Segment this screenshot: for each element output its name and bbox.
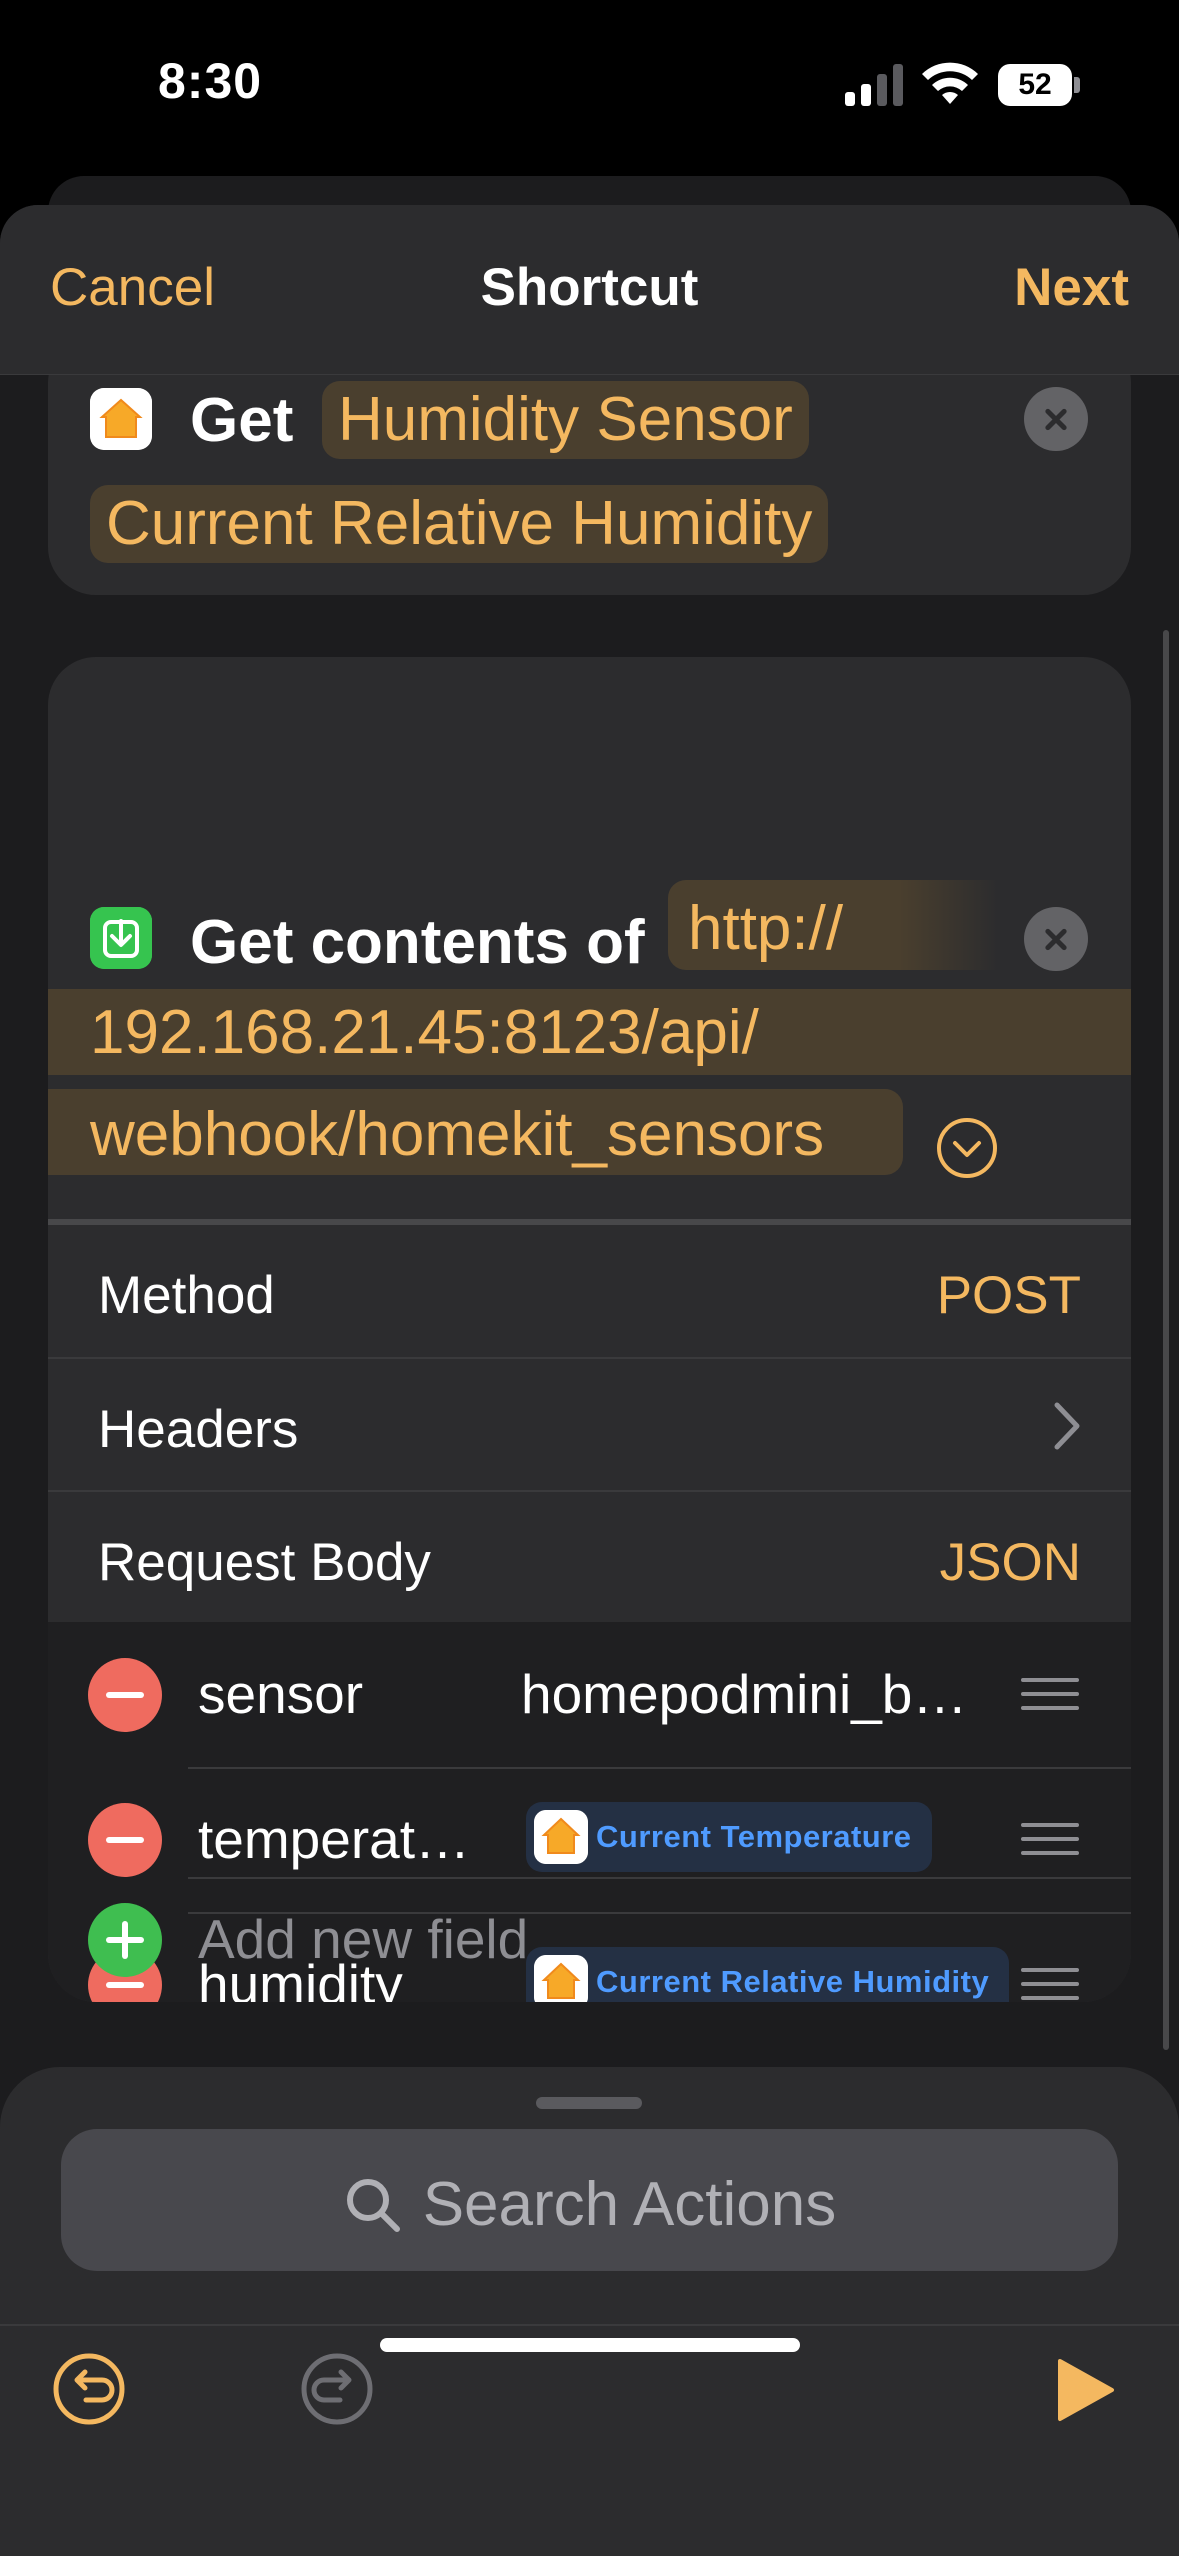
url-token-part-2[interactable]: 192.168.21.45:8123/api/ — [90, 997, 759, 1068]
next-button[interactable]: Next — [1014, 257, 1129, 318]
variable-token-label: Current Temperature — [596, 1819, 912, 1854]
cancel-button[interactable]: Cancel — [50, 257, 215, 318]
home-app-icon — [534, 1810, 588, 1864]
request-body-label: Request Body — [98, 1533, 431, 1592]
sheet-grabber[interactable] — [536, 2097, 642, 2109]
field-key[interactable]: sensor — [198, 1662, 363, 1726]
headers-row[interactable]: Headers — [48, 1359, 1131, 1491]
redo-icon[interactable] — [300, 2352, 374, 2426]
add-field-row[interactable]: Add new field — [48, 1877, 1131, 2002]
cellular-signal-icon — [845, 64, 903, 106]
add-field-button[interactable] — [88, 1903, 162, 1977]
request-body-value[interactable]: JSON — [940, 1532, 1081, 1593]
play-icon[interactable] — [1054, 2357, 1116, 2423]
scrollbar[interactable] — [1163, 630, 1169, 2050]
request-body-row[interactable]: Request Body JSON — [48, 1492, 1131, 1624]
url-token-part-3[interactable]: webhook/homekit_sensors — [90, 1099, 824, 1170]
add-field-label: Add new field — [198, 1908, 529, 1970]
drag-handle-icon[interactable] — [1021, 1678, 1079, 1712]
home-app-icon — [90, 388, 152, 450]
method-label: Method — [98, 1266, 275, 1325]
battery-level: 52 — [998, 64, 1072, 106]
chevron-right-icon — [1054, 1402, 1080, 1450]
search-placeholder: Search Actions — [422, 2170, 837, 2239]
list-item: sensor homepodmini_b… — [48, 1622, 1131, 1767]
battery-icon: 52 — [998, 64, 1080, 106]
action-label: Get contents of — [190, 908, 645, 977]
download-app-icon — [90, 907, 152, 969]
url-token-part-1[interactable]: http:// — [688, 893, 843, 964]
characteristic-token[interactable]: Current Relative Humidity — [90, 485, 829, 563]
get-label: Get — [190, 386, 294, 455]
method-value[interactable]: POST — [937, 1265, 1081, 1326]
chevron-down-circle-icon[interactable] — [936, 1117, 998, 1179]
remove-field-button[interactable] — [88, 1803, 162, 1877]
field-value[interactable]: homepodmini_b… — [521, 1662, 967, 1726]
home-indicator — [380, 2338, 800, 2352]
drag-handle-icon[interactable] — [1021, 1823, 1079, 1857]
get-contents-action: Get contents of http:// 192.168.21.45:81… — [48, 657, 1131, 2002]
remove-action-icon[interactable] — [1024, 907, 1088, 971]
navigation-bar: Cancel Shortcut Next — [0, 205, 1179, 375]
search-icon — [346, 2179, 400, 2232]
remove-action-icon[interactable] — [1024, 387, 1088, 451]
undo-icon[interactable] — [52, 2352, 126, 2426]
remove-field-button[interactable] — [88, 1658, 162, 1732]
device-token[interactable]: Humidity Sensor — [322, 381, 809, 459]
method-row[interactable]: Method POST — [48, 1225, 1131, 1357]
variable-token[interactable]: Current Temperature — [526, 1802, 932, 1872]
shortcut-editor-sheet: Cancel Shortcut Next Get Humidity Sensor… — [0, 205, 1179, 2556]
status-bar: 8:30 52 — [0, 0, 1179, 175]
actions-panel: Search Actions — [0, 2067, 1179, 2556]
wifi-icon — [922, 62, 978, 104]
page-title: Shortcut — [480, 258, 699, 317]
search-actions-field[interactable]: Search Actions — [61, 2129, 1118, 2271]
field-key[interactable]: temperat… — [198, 1807, 470, 1871]
headers-label: Headers — [98, 1400, 299, 1459]
status-time: 8:30 — [158, 53, 263, 109]
